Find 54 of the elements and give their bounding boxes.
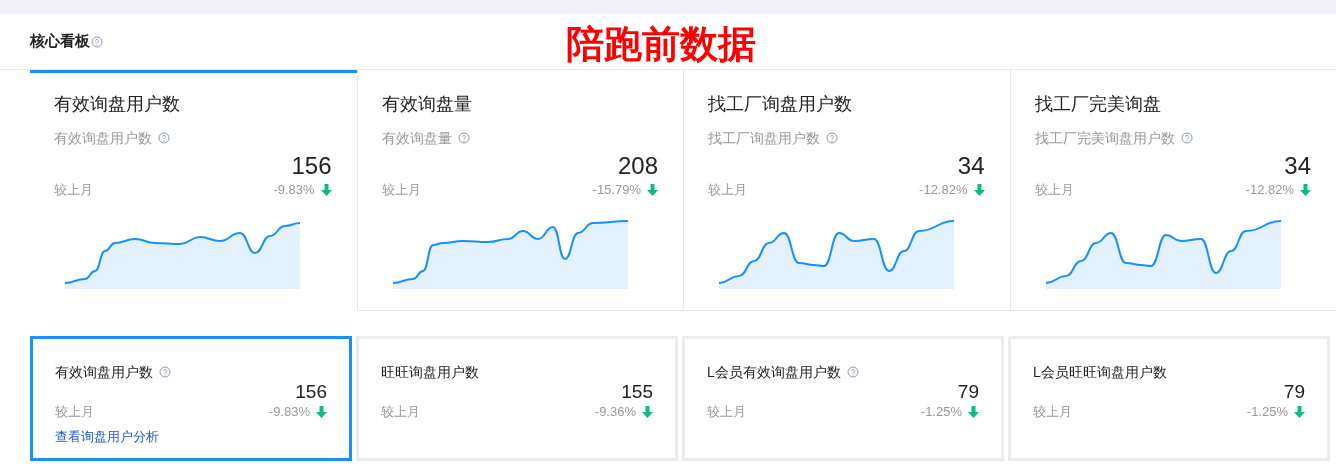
card-title: 有效询盘量 [381,93,473,116]
card-title: L会员有效询盘用户数 [707,362,841,382]
metric-value: 208 [617,151,658,181]
metric-label: 有效询盘用户数 [54,128,152,148]
help-icon[interactable] [159,366,171,378]
metric-value: 156 [291,151,332,181]
metric-card[interactable]: 有效询盘用户数 有效询盘用户数 156 较上月 -9.83% [30,70,357,311]
compare-label: 较上月 [54,181,93,200]
metric-card[interactable]: 有效询盘用户数 156 较上月 -9.83% 查看询盘用户分析 [30,336,352,461]
analysis-link[interactable]: 查看询盘用户分析 [55,427,159,447]
compare-label: 较上月 [381,403,420,422]
change-percent: -9.83% [268,403,310,422]
help-icon[interactable] [158,132,170,144]
change-percent: -1.25% [920,403,962,422]
metric-card[interactable]: 找工厂完美询盘 找工厂完美询盘用户数 34 较上月 -12.82% [1009,70,1336,311]
card-title: L会员旺旺询盘用户数 [1033,362,1167,382]
help-icon[interactable] [1180,132,1193,144]
metric-card[interactable]: L会员有效询盘用户数 79 较上月 -1.25% [682,336,1004,461]
compare-label: 较上月 [1034,181,1074,200]
metric-value: 156 [295,381,327,403]
metric-value: 155 [621,381,653,403]
change-percent: -9.36% [594,403,636,422]
card-title: 找工厂完美询盘 [1034,93,1162,116]
metric-label: 有效询盘量 [381,128,452,148]
metric-card[interactable]: 旺旺询盘用户数 155 较上月 -9.36% [356,336,678,461]
help-icon[interactable] [457,132,470,144]
help-icon[interactable] [846,366,859,378]
help-icon[interactable] [826,132,838,144]
change-percent: -9.83% [273,181,315,200]
change-percent: -12.82% [919,181,968,200]
metric-value: 79 [957,381,979,403]
metric-value: 34 [957,151,985,181]
card-title: 有效询盘用户数 [54,93,181,116]
metric-card[interactable]: L会员旺旺询盘用户数 79 较上月 -1.25% [1008,336,1330,461]
help-icon[interactable] [91,35,103,48]
compare-label: 较上月 [55,403,94,422]
metric-card[interactable]: 找工厂询盘用户数 找工厂询盘用户数 34 较上月 -12.82% [683,70,1010,311]
metric-label: 找工厂询盘用户数 [708,128,820,148]
section-title: 核心看板 [30,31,90,52]
change-percent: -12.82% [1245,181,1294,200]
change-percent: -1.25% [1246,403,1288,422]
card-title: 有效询盘用户数 [55,362,153,382]
metric-value: 34 [1284,151,1311,181]
compare-label: 较上月 [708,181,747,200]
compare-label: 较上月 [707,403,746,422]
card-title: 找工厂询盘用户数 [708,93,853,116]
compare-label: 较上月 [381,181,421,200]
metric-value: 79 [1283,381,1305,403]
overlay-caption: 陪跑前数据 [566,22,756,66]
card-title: 旺旺询盘用户数 [381,362,479,382]
change-percent: -15.79% [592,181,641,200]
metric-card[interactable]: 有效询盘量 有效询盘量 208 较上月 -15.79% [356,70,683,311]
compare-label: 较上月 [1033,403,1072,422]
metric-label: 找工厂完美询盘用户数 [1034,128,1175,148]
